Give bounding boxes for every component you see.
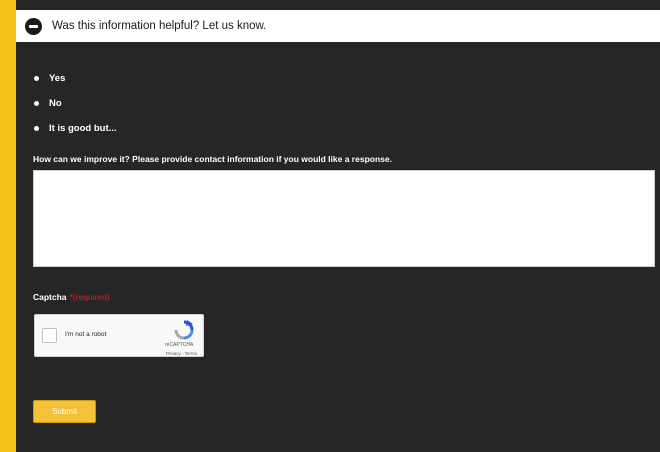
radio-bullet-icon[interactable] [34,126,39,131]
feedback-options: Yes No It is good but... [34,66,117,141]
feedback-title: Was this information helpful? Let us kno… [52,20,267,32]
feedback-panel: Was this information helpful? Let us kno… [16,0,660,452]
option-label: Yes [49,73,66,84]
required-marker: *(required) [69,292,110,302]
radio-bullet-icon[interactable] [34,76,39,81]
option-good-but[interactable]: It is good but... [34,116,117,141]
recaptcha-checkbox[interactable] [42,328,57,343]
option-no[interactable]: No [34,91,117,116]
recaptcha-label: I'm not a robot [65,331,107,338]
captcha-label-text: Captcha [33,292,67,302]
recaptcha-logo-icon [174,320,194,340]
radio-bullet-icon[interactable] [34,101,39,106]
feedback-textarea[interactable] [33,170,655,267]
collapse-minus-icon[interactable] [25,17,42,35]
option-yes[interactable]: Yes [34,66,117,91]
improve-question-label: How can we improve it? Please provide co… [33,154,392,164]
option-label: It is good but... [49,123,117,134]
recaptcha-widget: I'm not a robot reCAPTCHA Privacy - Term… [34,314,204,357]
recaptcha-brand: reCAPTCHA [165,342,194,348]
submit-button[interactable]: Submit [33,400,96,423]
feedback-header[interactable]: Was this information helpful? Let us kno… [16,10,660,42]
captcha-label: Captcha *(required) [33,292,110,302]
recaptcha-links[interactable]: Privacy - Terms [166,351,197,356]
option-label: No [49,98,62,109]
